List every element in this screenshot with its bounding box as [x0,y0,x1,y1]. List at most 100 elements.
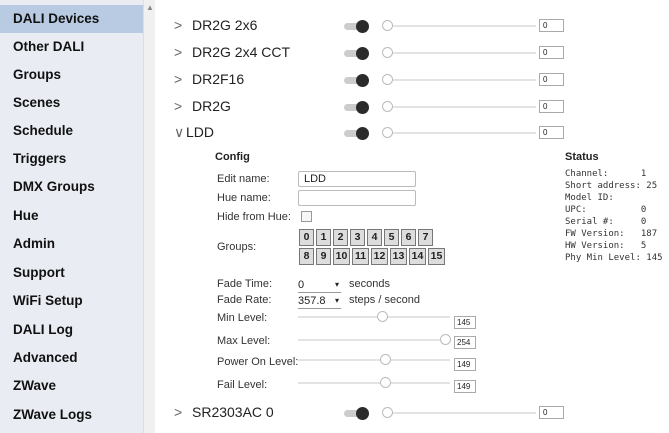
group-button[interactable]: 1 [316,229,331,246]
sidebar-scrollbar[interactable]: ▲ [143,0,155,433]
chevron-right-icon[interactable]: > [174,43,182,61]
fade-rate-select[interactable]: 357.8 ▾ [298,294,341,309]
group-button[interactable]: 5 [384,229,399,246]
chevron-right-icon[interactable]: > [174,70,182,88]
sidebar-item-zwave-logs[interactable]: ZWave Logs [0,401,143,429]
min-level-slider[interactable] [298,311,450,322]
level-value-field[interactable]: 0 [539,100,564,113]
sidebar-item-admin[interactable]: Admin [0,230,143,258]
power-toggle[interactable] [342,74,372,87]
group-button[interactable]: 11 [352,248,369,265]
sidebar-item-zwave[interactable]: ZWave [0,372,143,400]
chevron-right-icon[interactable]: > [174,403,182,421]
level-slider[interactable] [382,20,536,31]
power-toggle[interactable] [342,20,372,33]
device-name: DR2G 2x4 CCT [192,44,291,60]
sidebar-item-dmx-groups[interactable]: DMX Groups [0,173,143,201]
slider-thumb[interactable] [382,20,393,31]
fade-time-select[interactable]: 0 ▾ [298,278,341,293]
level-value-field[interactable]: 0 [539,19,564,32]
level-slider[interactable] [382,407,536,418]
slider-thumb[interactable] [440,334,451,345]
sidebar-item-dali-log[interactable]: DALI Log [0,316,143,344]
slider-thumb[interactable] [380,377,391,388]
device-row[interactable]: ∨ LDD 0 [156,122,669,144]
sidebar-item-hue[interactable]: Hue [0,202,143,230]
level-value-field[interactable]: 0 [539,73,564,86]
slider-thumb[interactable] [380,354,391,365]
level-value-field[interactable]: 0 [539,126,564,139]
edit-name-label: Edit name: [217,173,270,185]
max-level-label: Max Level: [217,335,271,347]
status-upc: UPC: 0 [565,205,647,215]
chevron-down-icon[interactable]: ∨ [174,123,184,141]
device-row[interactable]: > SR2303AC 0 0 [156,402,669,424]
power-toggle[interactable] [342,407,372,420]
slider-thumb[interactable] [382,74,393,85]
group-button[interactable]: 9 [316,248,331,265]
group-button[interactable]: 7 [418,229,433,246]
group-button[interactable]: 8 [299,248,314,265]
hide-from-hue-checkbox[interactable] [301,211,312,222]
slider-thumb[interactable] [377,311,388,322]
sidebar-item-dali-devices[interactable]: DALI Devices [0,5,143,34]
group-button[interactable]: 12 [371,248,388,265]
level-slider[interactable] [382,127,536,138]
power-toggle[interactable] [342,127,372,140]
group-button[interactable]: 4 [367,229,382,246]
slider-thumb[interactable] [382,47,393,58]
fade-time-unit: seconds [349,278,390,290]
power-toggle[interactable] [342,101,372,114]
sidebar-item-groups[interactable]: Groups [0,61,143,89]
chevron-right-icon[interactable]: > [174,97,182,115]
group-button[interactable]: 2 [333,229,348,246]
power-on-level-slider[interactable] [298,354,450,365]
device-row[interactable]: > DR2G 2x4 CCT 0 [156,42,669,64]
slider-thumb[interactable] [382,101,393,112]
group-button[interactable]: 10 [333,248,350,265]
groups-label: Groups: [217,241,257,253]
sidebar-item-other-dali[interactable]: Other DALI [0,33,143,61]
level-slider[interactable] [382,47,536,58]
sidebar-nav: DALI Devices Other DALI Groups Scenes Sc… [0,0,143,433]
sidebar-item-advanced[interactable]: Advanced [0,344,143,372]
group-button[interactable]: 6 [401,229,416,246]
level-value-field[interactable]: 0 [539,46,564,59]
min-level-value[interactable]: 145 [454,316,476,329]
slider-thumb[interactable] [382,127,393,138]
sidebar-item-support[interactable]: Support [0,259,143,287]
max-level-slider[interactable] [298,334,451,345]
hue-name-input[interactable] [298,190,416,206]
max-level-value[interactable]: 254 [454,336,476,349]
min-level-label: Min Level: [217,312,268,324]
device-name: DR2G [192,98,231,114]
status-title: Status [565,151,599,163]
power-on-level-label: Power On Level: [217,356,299,368]
scroll-up-icon[interactable]: ▲ [146,3,154,12]
group-button[interactable]: 13 [390,248,407,265]
sidebar-item-wifi-setup[interactable]: WiFi Setup [0,287,143,315]
sidebar-item-triggers[interactable]: Triggers [0,145,143,173]
sidebar-item-scenes[interactable]: Scenes [0,89,143,117]
fade-rate-unit: steps / second [349,294,420,306]
group-button[interactable]: 0 [299,229,314,246]
group-button[interactable]: 3 [350,229,365,246]
status-serial: Serial #: 0 [565,217,647,227]
level-value-field[interactable]: 0 [539,406,564,419]
group-button[interactable]: 14 [409,248,426,265]
fail-level-slider[interactable] [298,377,450,388]
level-slider[interactable] [382,74,536,85]
fail-level-value[interactable]: 149 [454,380,476,393]
edit-name-input[interactable]: LDD [298,171,416,187]
device-row[interactable]: > DR2F16 0 [156,69,669,91]
power-toggle[interactable] [342,47,372,60]
device-row[interactable]: > DR2G 0 [156,96,669,118]
level-slider[interactable] [382,101,536,112]
power-on-level-value[interactable]: 149 [454,358,476,371]
group-button[interactable]: 15 [428,248,445,265]
slider-thumb[interactable] [382,407,393,418]
sidebar-item-schedule[interactable]: Schedule [0,117,143,145]
device-row[interactable]: > DR2G 2x6 0 [156,15,669,37]
device-list: > DR2G 2x6 0 > DR2G 2x4 CCT 0 > DR2F16 0… [156,0,669,433]
chevron-right-icon[interactable]: > [174,16,182,34]
